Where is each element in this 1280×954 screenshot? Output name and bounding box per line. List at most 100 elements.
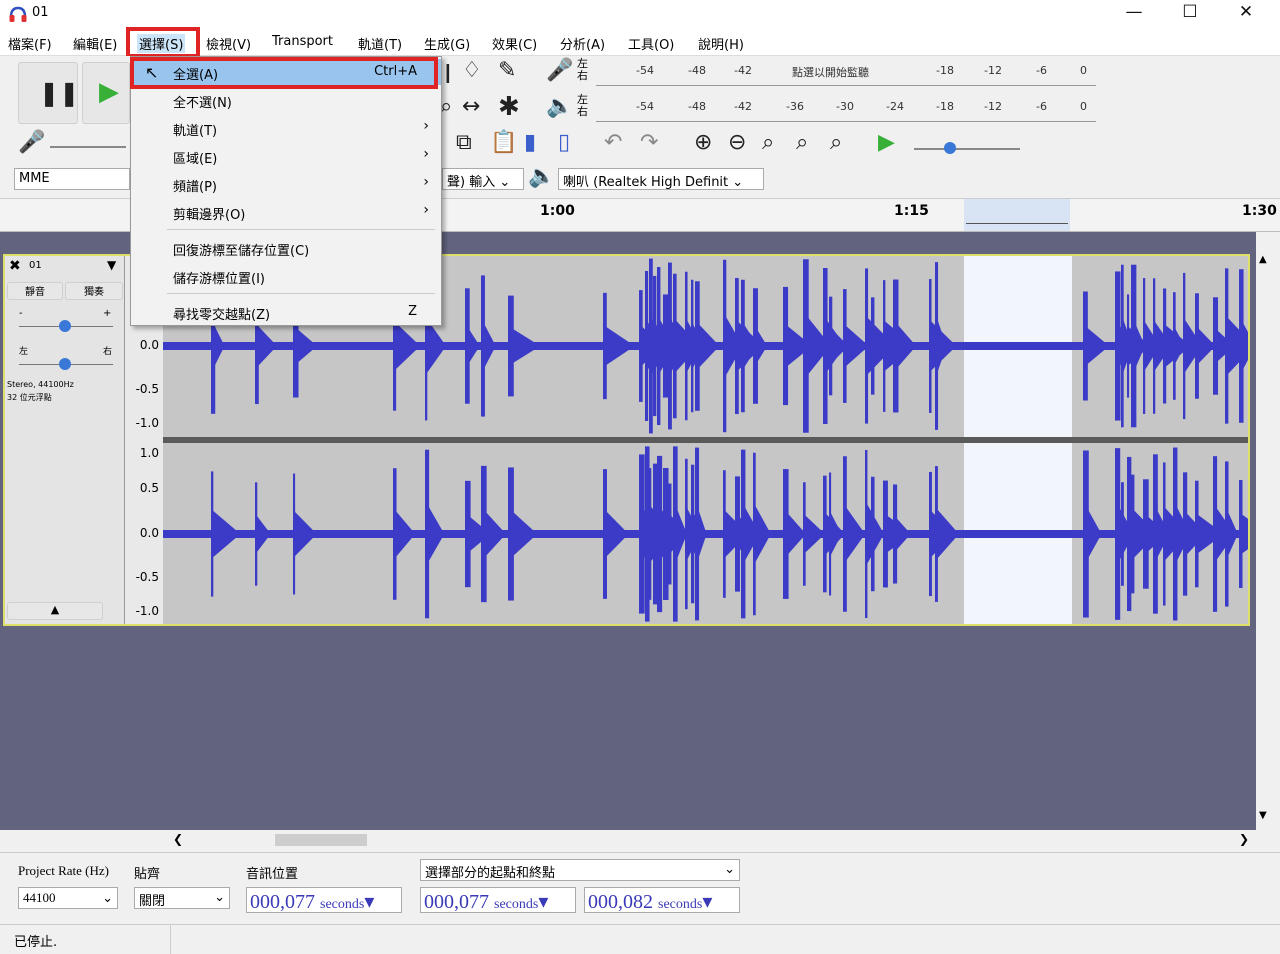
minimize-button[interactable]: —	[1106, 0, 1162, 26]
menu-item-label: 尋找零交越點(Z)	[173, 308, 271, 323]
audio-host-select[interactable]: MME	[14, 168, 130, 190]
menu-select-highlight-box	[126, 27, 200, 58]
play-speed-thumb[interactable]	[944, 142, 956, 154]
input-device-select[interactable]: 聲) 輸入 ⌄	[442, 168, 524, 190]
menu-tools[interactable]: 工具(O)	[626, 34, 676, 53]
scroll-left-icon[interactable]: ❮	[173, 832, 183, 846]
menu-help[interactable]: 說明(H)	[696, 34, 746, 53]
selection-start-field[interactable]: 000,077 seconds▾	[420, 887, 576, 913]
menu-effect[interactable]: 效果(C)	[490, 34, 539, 53]
solo-button[interactable]: 獨奏	[65, 282, 123, 300]
submenu-arrow-icon: ›	[423, 202, 429, 218]
menu-item-label: 剪輯邊界(O)	[173, 208, 246, 223]
vertical-scrollbar[interactable]: ▲ ▼	[1256, 248, 1274, 830]
scroll-down-icon[interactable]: ▼	[1259, 810, 1267, 821]
pause-icon: ❚❚	[39, 79, 80, 107]
record-meter-monitor-hint: 點選以開始監聽	[792, 66, 869, 79]
timeline-selection-region[interactable]	[964, 199, 1070, 231]
silence-audio-icon[interactable]: ▯	[558, 132, 570, 154]
pan-slider-thumb[interactable]	[59, 358, 71, 370]
zoom-toggle-icon[interactable]: ⌕	[830, 132, 842, 154]
timeshift-tool-icon[interactable]: ↔	[462, 96, 480, 118]
play-speed-slider[interactable]	[914, 148, 1020, 150]
menu-analyze[interactable]: 分析(A)	[558, 34, 607, 53]
playback-meter[interactable]: -54 -48 -42 -36 -30 -24 -18 -12 -6 0	[596, 96, 1096, 122]
play-at-speed-icon[interactable]: ▶	[878, 132, 895, 154]
multi-tool-icon[interactable]: ✱	[498, 94, 520, 120]
menu-tracks[interactable]: 軌道(T)	[356, 34, 404, 53]
pause-button[interactable]: ❚❚	[18, 62, 80, 124]
snap-select[interactable]: 關閉 ⌄	[134, 887, 230, 909]
scale-label: -0.5	[135, 382, 159, 396]
horizontal-scroll-thumb[interactable]	[275, 834, 367, 846]
paste-icon[interactable]: 📋	[490, 132, 517, 154]
status-bar: 已停止.	[0, 924, 1280, 954]
menu-item-label: 儲存游標位置(I)	[173, 272, 265, 287]
redo-icon[interactable]: ↷	[640, 132, 658, 154]
trim-audio-icon[interactable]: ▮	[524, 132, 536, 154]
menu-item-region[interactable]: 區域(E) ›	[131, 143, 441, 169]
selection-tool-icon[interactable]: I	[444, 62, 452, 88]
horizontal-scrollbar[interactable]: ❮ ❯	[163, 830, 1256, 850]
copy-icon[interactable]: ⧉	[456, 132, 472, 154]
mic-volume-slider[interactable]	[50, 146, 126, 148]
timeline-label: 1:00	[540, 203, 575, 219]
menu-generate[interactable]: 生成(G)	[422, 34, 472, 53]
menu-item-clip-boundaries[interactable]: 剪輯邊界(O) ›	[131, 199, 441, 225]
scroll-right-icon[interactable]: ❯	[1239, 832, 1249, 846]
mute-button[interactable]: 靜音	[7, 282, 63, 300]
project-rate-select[interactable]: 44100 ⌄	[18, 887, 118, 909]
menu-item-tracks[interactable]: 軌道(T) ›	[131, 115, 441, 141]
menu-edit[interactable]: 編輯(E)	[71, 34, 119, 53]
menu-view[interactable]: 檢視(V)	[204, 34, 253, 53]
output-speaker-icon: 🔈	[528, 164, 556, 189]
menu-item-zero-crossing[interactable]: 尋找零交越點(Z) Z	[131, 299, 441, 325]
play-button[interactable]: ▶	[82, 62, 130, 124]
track-name[interactable]: 01	[29, 260, 42, 271]
fit-selection-icon[interactable]: ⌕	[762, 132, 774, 154]
record-meter-tick: -18	[936, 64, 954, 77]
menu-item-label: 軌道(T)	[173, 124, 218, 139]
playback-meter-tick: -36	[786, 100, 804, 113]
playback-meter-tick: -18	[936, 100, 954, 113]
gain-slider-thumb[interactable]	[59, 320, 71, 332]
playback-meter-speaker-icon[interactable]: 🔈	[546, 96, 573, 118]
menu-item-select-none[interactable]: 全不選(N)	[131, 87, 441, 113]
output-device-select[interactable]: 喇叭 (Realtek High Definit ⌄	[558, 168, 764, 190]
draw-tool-icon[interactable]: ✎	[498, 60, 516, 82]
fit-project-icon[interactable]: ⌕	[796, 132, 808, 154]
track-sample-format-info: 32 位元浮點	[7, 393, 52, 402]
scroll-up-icon[interactable]: ▲	[1259, 254, 1267, 265]
track-menu-chevron-down-icon[interactable]: ▼	[107, 258, 116, 272]
close-button[interactable]: ✕	[1218, 0, 1274, 26]
track-close-icon[interactable]: ✖	[9, 258, 21, 274]
menu-item-restore-cursor[interactable]: 回復游標至儲存位置(C)	[131, 235, 441, 261]
menu-item-store-cursor[interactable]: 儲存游標位置(I)	[131, 263, 441, 289]
maximize-button[interactable]: ☐	[1162, 0, 1218, 26]
collapse-track-button[interactable]: ▲	[7, 602, 103, 620]
record-meter[interactable]: -54 -48 -42 點選以開始監聽 -18 -12 -6 0	[596, 60, 1096, 86]
selection-mode-select[interactable]: 選擇部分的起點和終點 ⌄	[420, 859, 740, 881]
zoom-in-icon[interactable]: ⊕	[694, 132, 712, 154]
menu-transport[interactable]: Transport	[270, 34, 335, 49]
timeline-label: 1:15	[894, 203, 929, 219]
gain-minus-label: -	[19, 308, 23, 319]
menu-file[interactable]: 檔案(F)	[6, 34, 54, 53]
collapse-up-icon: ▲	[50, 603, 60, 616]
title-bar: 01 — ☐ ✕	[0, 0, 1280, 30]
menu-item-spectral[interactable]: 頻譜(P) ›	[131, 171, 441, 197]
menu-item-label: 全不選(N)	[173, 96, 232, 111]
undo-icon[interactable]: ↶	[604, 132, 622, 154]
selection-toolbar: Project Rate (Hz) 44100 ⌄ 貼齊 關閉 ⌄ 音訊位置 000…	[0, 852, 1280, 924]
record-meter-mic-icon[interactable]: 🎤	[546, 60, 573, 82]
window-title: 01	[32, 5, 49, 20]
selection-end-field[interactable]: 000,082 seconds▾	[584, 887, 740, 913]
envelope-tool-icon[interactable]: ♢	[462, 60, 482, 82]
audio-position-field[interactable]: 000,077 seconds▾	[246, 887, 402, 913]
select-menu-dropdown: ↖ 全選(A) Ctrl+A 全不選(N) 軌道(T) › 區域(E) › 頻譜…	[130, 56, 442, 326]
playback-meter-tick: -30	[836, 100, 854, 113]
snap-label: 貼齊	[134, 866, 161, 881]
select-all-highlight-box	[130, 57, 438, 89]
timeline-label: 1:30	[1242, 203, 1277, 219]
zoom-out-icon[interactable]: ⊖	[728, 132, 746, 154]
